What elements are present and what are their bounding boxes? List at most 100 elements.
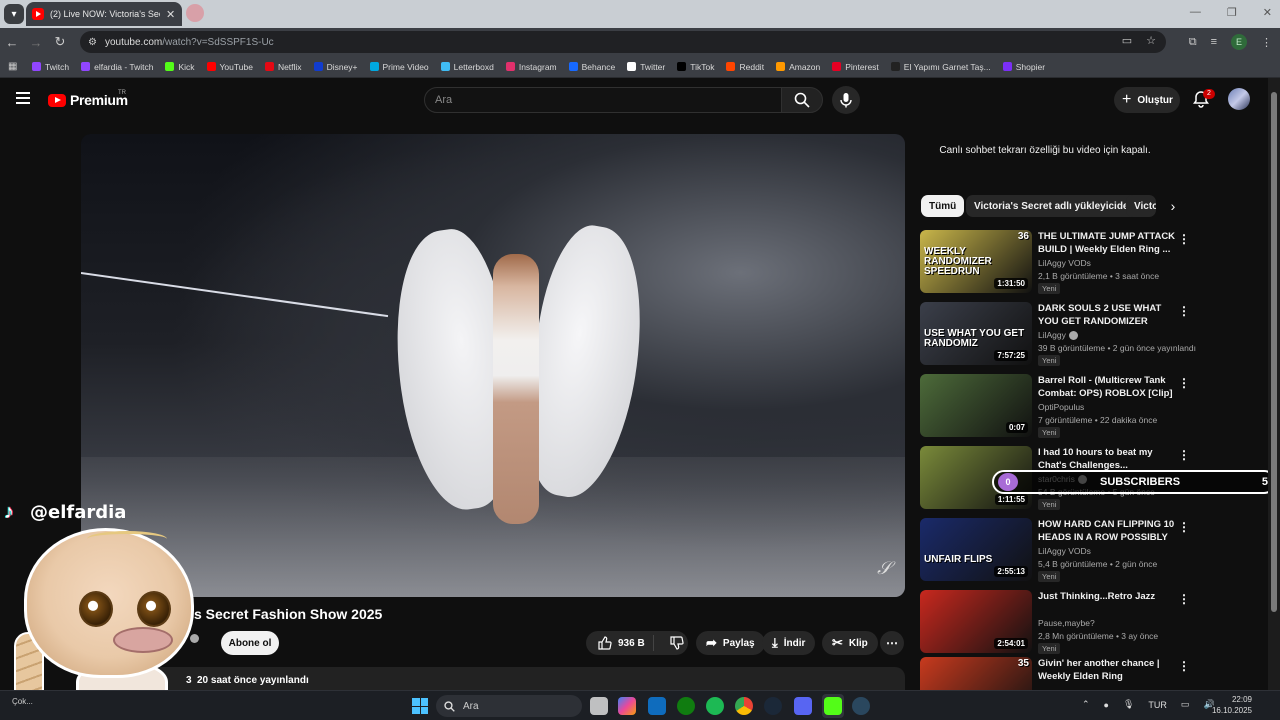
recommendation-item[interactable]: 35 Givin' her another chance | Weekly Eld… <box>920 657 1190 690</box>
bookmark-item[interactable]: elfardia - Twitch <box>81 62 153 72</box>
download-button[interactable]: ⤓ İndir <box>762 631 816 655</box>
recommendation-thumbnail[interactable]: 35 <box>920 657 1032 690</box>
bookmark-item[interactable]: Amazon <box>776 62 820 72</box>
close-window-icon[interactable]: ✕ <box>1263 6 1272 19</box>
bookmark-item[interactable]: El Yapımı Garnet Taş... <box>890 62 991 72</box>
extensions-icon[interactable]: ⧉ <box>1189 36 1197 49</box>
bookmark-item[interactable]: Twitter <box>627 62 665 72</box>
more-options-icon[interactable]: ⋮ <box>1178 232 1190 246</box>
bookmark-item[interactable]: Letterboxd <box>440 62 494 72</box>
bookmark-item[interactable]: Disney+ <box>313 62 358 72</box>
bookmark-item[interactable]: YouTube <box>206 62 253 72</box>
recommendation-item[interactable]: 2:54:01 Just Thinking...Retro Jazz Pause,m… <box>920 590 1190 656</box>
recommendation-title[interactable]: THE ULTIMATE JUMP ATTACK BUILD | Weekly … <box>1038 230 1178 256</box>
back-icon[interactable]: ← <box>0 35 24 50</box>
video-player[interactable]: 𝒮 <box>81 134 905 597</box>
bookmark-item[interactable]: Netflix <box>264 62 302 72</box>
more-options-icon[interactable]: ⋮ <box>1178 659 1190 673</box>
recommendation-channel[interactable]: Pause,maybe? <box>1038 618 1095 628</box>
more-options-icon[interactable]: ⋮ <box>1178 592 1190 606</box>
copilot-icon[interactable] <box>618 697 636 715</box>
recommendation-title[interactable]: DARK SOULS 2 USE WHAT YOU GET RANDOMIZER <box>1038 302 1178 328</box>
user-avatar[interactable] <box>1228 88 1250 110</box>
recommendation-thumbnail[interactable]: WEEKLY RANDOMIZER SPEEDRUN 36 1:31:50 <box>920 230 1032 293</box>
chrome-icon[interactable] <box>735 697 753 715</box>
chevron-up-icon[interactable]: ⌃ <box>1082 699 1090 710</box>
recommendation-channel[interactable]: LilAggy <box>1038 330 1078 341</box>
maximize-icon[interactable]: ❐ <box>1227 6 1237 19</box>
profile-avatar[interactable]: E <box>1231 34 1247 50</box>
bookmark-item[interactable]: Kick <box>165 62 195 72</box>
bookmark-item[interactable]: Shopier <box>1002 62 1045 72</box>
network-icon[interactable]: ▭ <box>1181 699 1190 710</box>
tab-active[interactable]: (2) Live NOW: Victoria's Secret ✕ <box>26 2 182 26</box>
apps-grid-icon[interactable]: ▦ <box>8 61 20 73</box>
recommendation-title[interactable]: Just Thinking...Retro Jazz <box>1038 590 1178 603</box>
menu-icon[interactable] <box>16 92 30 104</box>
search-button[interactable] <box>781 87 823 113</box>
youtube-logo[interactable]: Premium <box>48 92 128 108</box>
recommendation-title[interactable]: Barrel Roll - (Multicrew Tank Combat: OP… <box>1038 374 1178 400</box>
recommendation-channel[interactable]: OptiPopulus <box>1038 402 1084 412</box>
bookmark-item[interactable]: Prime Video <box>369 62 429 72</box>
bookmark-item[interactable]: Twitch <box>32 62 69 72</box>
forward-icon[interactable]: → <box>24 35 48 50</box>
outlook-icon[interactable] <box>648 697 666 715</box>
site-info-icon[interactable]: ⚙ <box>88 37 97 48</box>
minimize-icon[interactable]: — <box>1190 6 1201 19</box>
address-bar[interactable]: ⚙ youtube.com/watch?v=SdSSPF1S-Uc ▭ ☆ <box>80 31 1166 53</box>
taskbar-search[interactable]: Ara <box>436 695 582 717</box>
more-options-icon[interactable]: ⋮ <box>1178 304 1190 318</box>
bookmark-item[interactable]: Behance <box>568 62 615 72</box>
language-indicator[interactable]: TUR <box>1148 700 1167 710</box>
voice-search-button[interactable] <box>832 86 860 114</box>
system-clock[interactable]: 22:09 16.10.2025 <box>1210 694 1252 716</box>
antivirus-icon[interactable]: ● <box>1104 700 1109 710</box>
xbox-icon[interactable] <box>677 697 695 715</box>
browser-menu-icon[interactable]: ⋮ <box>1261 36 1272 49</box>
recommendation-title[interactable]: HOW HARD CAN FLIPPING 10 HEADS IN A ROW … <box>1038 518 1178 544</box>
search-input[interactable]: Ara <box>424 87 782 113</box>
recommendation-item[interactable]: UNFAIR FLIPS 2:55:13 HOW HARD CAN FLIPPING… <box>920 518 1190 584</box>
recommendation-channel[interactable]: LilAggy VODs <box>1038 546 1091 556</box>
bookmark-item[interactable]: TikTok <box>677 62 714 72</box>
chip-related[interactable]: Victo <box>1126 195 1156 217</box>
steam-app-icon[interactable] <box>852 697 870 715</box>
clip-button[interactable]: ✂ Klip <box>822 631 878 655</box>
bookmark-item[interactable]: Pinterest <box>832 62 879 72</box>
bookmark-item[interactable]: Reddit <box>726 62 764 72</box>
recommendation-item[interactable]: 0:07 Barrel Roll - (Multicrew Tank Combat… <box>920 374 1190 440</box>
tab-close-icon[interactable]: ✕ <box>166 8 175 21</box>
windows-start-icon[interactable] <box>412 698 428 714</box>
spotify-icon[interactable] <box>706 697 724 715</box>
cast-icon[interactable]: ▭ <box>1122 34 1132 47</box>
mic-tray-icon[interactable]: 🎙 <box>1123 699 1134 710</box>
steam-icon[interactable] <box>764 697 782 715</box>
like-button[interactable]: 936 B <box>586 635 654 651</box>
page-scrollbar[interactable] <box>1268 78 1280 690</box>
tab-search-icon[interactable]: ▾ <box>4 4 24 24</box>
scrollbar-thumb[interactable] <box>1271 92 1277 612</box>
create-button[interactable]: + Oluştur <box>1114 87 1180 113</box>
bookmark-star-icon[interactable]: ☆ <box>1146 34 1156 47</box>
dislike-button[interactable] <box>660 636 684 650</box>
recommendation-item[interactable]: USE WHAT YOU GET RANDOMIZ 7:57:25 DARK SOU… <box>920 302 1196 368</box>
recommendation-thumbnail[interactable]: UNFAIR FLIPS 2:55:13 <box>920 518 1032 581</box>
kick-app-icon[interactable] <box>824 697 842 715</box>
task-view-icon[interactable] <box>590 697 608 715</box>
share-button[interactable]: ➦ Paylaş <box>696 631 765 655</box>
weather-widget[interactable]: Çok... <box>12 697 33 706</box>
recommendation-channel[interactable]: LilAggy VODs <box>1038 258 1091 268</box>
discord-icon[interactable] <box>794 697 812 715</box>
reload-icon[interactable]: ↻ <box>48 34 72 50</box>
subscribe-button[interactable]: Abone ol <box>221 631 279 655</box>
reading-list-icon[interactable]: ≡ <box>1211 36 1217 48</box>
recommendation-thumbnail[interactable]: 0:07 <box>920 374 1032 437</box>
more-options-icon[interactable]: ⋮ <box>1178 448 1190 462</box>
recommendation-thumbnail[interactable]: USE WHAT YOU GET RANDOMIZ 7:57:25 <box>920 302 1032 365</box>
more-options-icon[interactable]: ⋮ <box>1178 376 1190 390</box>
bookmark-item[interactable]: Instagram <box>505 62 557 72</box>
recommendation-title[interactable]: Givin' her another chance | Weekly Elden… <box>1038 657 1178 683</box>
chip-uploader[interactable]: Victoria's Secret adlı yükleyiciden <box>966 195 1143 217</box>
more-actions-button[interactable]: ⋯ <box>880 631 904 655</box>
